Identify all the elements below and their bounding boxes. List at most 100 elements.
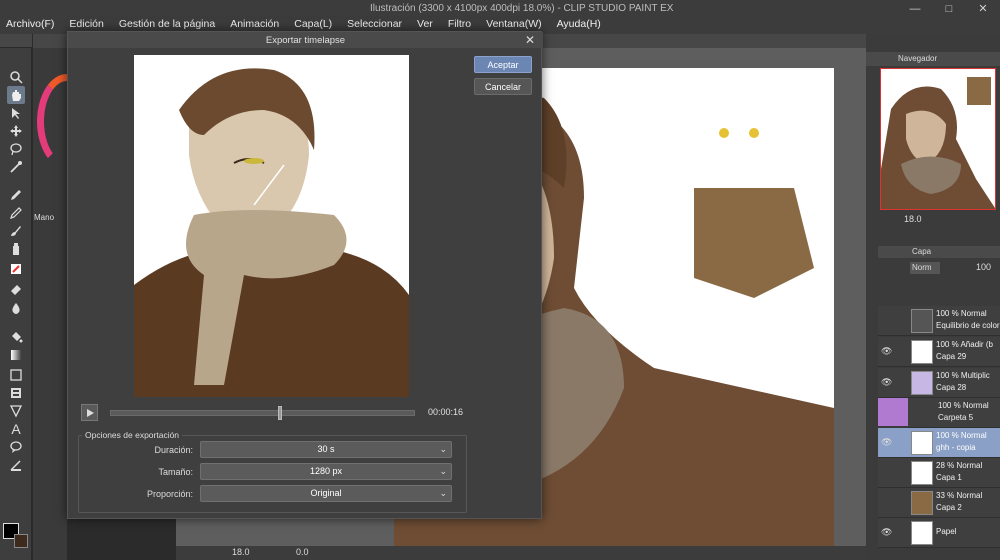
decoration-icon[interactable] [7,260,25,278]
correct-line-icon[interactable] [7,456,25,474]
pencil-icon[interactable] [7,204,25,222]
playback-time: 00:00:16 [428,407,464,417]
lasso-icon[interactable] [7,140,25,158]
layer-blend-info: 100 % Multiplic [936,371,990,380]
layer-row[interactable]: 👁 100 % Multiplic Capa 28 [878,368,1000,398]
text-icon[interactable]: A [7,420,25,438]
accept-button[interactable]: Aceptar [474,56,532,73]
play-button[interactable] [81,404,98,421]
move-icon[interactable] [7,122,25,140]
layer-name: Papel [936,527,957,536]
operation-icon[interactable] [7,104,25,122]
layer-name: Equilibrio de color 1 [936,321,1000,330]
tool-panel: A [0,48,32,560]
timelapse-preview [134,55,409,397]
ruler-icon[interactable] [7,402,25,420]
layer-tab-label[interactable]: Capa [912,247,931,256]
layer-opacity-value[interactable]: 100 [976,262,991,272]
canvas-angle-value[interactable]: 0.0 [296,547,309,557]
layer-panel-tabs: Capa [878,246,1000,258]
layer-name: Capa 29 [936,352,967,361]
eye-icon[interactable]: 👁 [881,527,892,537]
tool-panel-header [0,34,32,48]
minimize-button[interactable]: — [898,2,932,16]
menu-edit[interactable]: Edición [63,18,109,30]
navigator-label[interactable]: Navegador [898,54,937,63]
chevron-down-icon: ⌄ [439,466,447,476]
eraser-icon[interactable] [7,280,25,298]
layer-row-selected[interactable]: 👁 100 % Normal ghh - copia [878,428,1000,458]
proportion-label: Proporción: [146,489,193,499]
cancel-button[interactable]: Cancelar [474,78,532,95]
figure-icon[interactable] [7,366,25,384]
layer-row[interactable]: 33 % Normal Capa 2 [878,488,1000,518]
pen-icon[interactable] [7,186,25,204]
layer-row[interactable]: 100 % Normal Equilibrio de color 1 [878,306,1000,336]
brush-icon[interactable] [7,222,25,240]
dialog-title: Exportar timelapse [265,35,346,46]
proportion-select[interactable]: Original ⌄ [200,485,452,502]
export-options-legend: Opciones de exportación [82,430,183,440]
layer-blend-info: 100 % Normal [936,431,987,440]
menu-help[interactable]: Ayuda(H) [551,18,607,30]
zoom-icon[interactable] [7,68,25,86]
balloon-icon[interactable] [7,438,25,456]
eye-icon[interactable]: 👁 [881,437,892,447]
proportion-value: Original [310,488,342,498]
chevron-down-icon: ⌄ [439,444,447,454]
layer-row-folder[interactable]: 100 % Normal Carpeta 5 [908,398,1000,428]
navigator-zoom-value[interactable]: 18.0 [904,214,922,224]
navigator-preview[interactable] [880,68,996,210]
gradient-icon[interactable] [7,346,25,364]
size-value: 1280 px [309,466,343,476]
dialog-title-bar: Exportar timelapse [68,32,543,48]
menu-filter[interactable]: Filtro [442,18,477,30]
layer-name: Carpeta 5 [938,413,974,422]
layer-thumbnail [911,461,933,485]
layer-visibility-highlight[interactable] [878,398,908,426]
layer-name: Capa 28 [936,383,967,392]
menu-animation[interactable]: Animación [224,18,285,30]
layer-row-paper[interactable]: 👁 Papel [878,518,1000,548]
subtool-header [33,34,67,48]
timeline-handle[interactable] [278,406,282,420]
layer-row[interactable]: 28 % Normal Capa 1 [878,458,1000,488]
close-icon[interactable]: ✕ [525,33,535,47]
chevron-down-icon: ⌄ [439,488,447,498]
hand-icon[interactable] [7,86,25,104]
eyedropper-icon[interactable] [7,158,25,176]
layer-thumbnail [911,491,933,515]
size-select[interactable]: 1280 px ⌄ [200,463,452,480]
play-icon [86,408,94,417]
layer-thumbnail [911,309,933,333]
layer-name: Capa 2 [936,503,962,512]
menu-select[interactable]: Seleccionar [341,18,408,30]
eye-icon[interactable]: 👁 [881,346,892,356]
canvas-zoom-value[interactable]: 18.0 [232,547,250,557]
blend-mode-select[interactable]: Norm [910,262,940,274]
background-color-swatch[interactable] [14,534,28,548]
duration-label: Duración: [154,445,193,455]
menu-page[interactable]: Gestión de la página [113,18,221,30]
airbrush-icon[interactable] [7,240,25,258]
playback-timeline[interactable] [110,406,415,420]
fill-icon[interactable] [7,328,25,346]
menu-view[interactable]: Ver [411,18,439,30]
layer-name: Capa 1 [936,473,962,482]
close-window-button[interactable]: ✕ [966,2,1000,16]
eye-icon[interactable]: 👁 [881,377,892,387]
layer-blend-info: 100 % Normal [938,401,989,410]
menu-file[interactable]: Archivo(F) [0,18,60,30]
blend-icon[interactable] [7,300,25,318]
menu-layer[interactable]: Capa(L) [288,18,338,30]
duration-select[interactable]: 30 s ⌄ [200,441,452,458]
layer-thumbnail [911,521,933,545]
layer-row[interactable]: 👁 100 % Añadir (b Capa 29 [878,337,1000,367]
frame-icon[interactable] [7,384,25,402]
layer-name: ghh - copia [936,443,976,452]
layer-thumbnail [911,340,933,364]
layer-blend-info: 33 % Normal [936,491,983,500]
maximize-button[interactable]: □ [932,2,966,16]
main-menu: Archivo(F) Edición Gestión de la página … [0,0,610,34]
menu-window[interactable]: Ventana(W) [480,18,547,30]
